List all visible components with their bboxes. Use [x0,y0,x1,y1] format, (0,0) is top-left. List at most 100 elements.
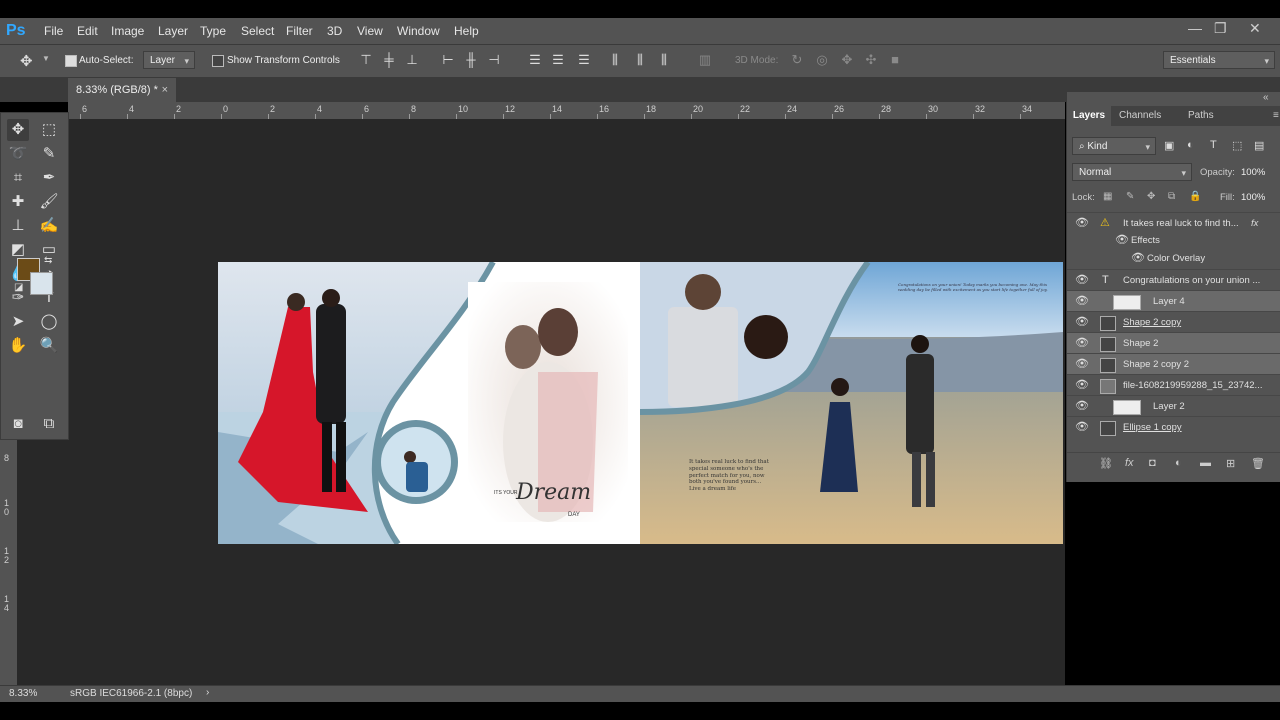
hand-tool-icon[interactable]: ✋ [7,335,29,357]
auto-select-checkbox[interactable] [65,55,77,67]
menu-file[interactable]: File [44,24,63,38]
close-window-button[interactable]: ✕ [1249,20,1261,37]
brush-tool-icon[interactable]: 🖌 [38,191,60,213]
align-vcenter-icon[interactable]: ╪ [382,53,396,67]
menu-help[interactable]: Help [454,24,479,38]
chevron-down-icon[interactable]: ▼ [42,54,50,63]
filter-pixel-icon[interactable]: ▣ [1164,139,1174,152]
layer-row-smart-object[interactable]: 👁 file-1608219959288_15_23742... [1067,374,1280,396]
lasso-tool-icon[interactable]: ➰ [7,143,29,165]
auto-align-icon[interactable]: ▥ [698,53,712,67]
restore-button[interactable]: ❐ [1214,20,1227,37]
eyedropper-tool-icon[interactable]: ✒ [38,167,60,189]
auto-select-dropdown[interactable]: Layer ▾ [143,51,195,69]
distribute-top-icon[interactable]: ☰ [528,53,542,67]
eye-icon[interactable]: 👁 [1075,396,1089,417]
menu-image[interactable]: Image [111,24,144,38]
align-top-icon[interactable]: ⊤ [359,53,373,67]
fill-input[interactable]: 100% [1241,192,1265,203]
layer-row-ellipse1-copy[interactable]: 👁 Ellipse 1 copy [1067,416,1280,438]
lock-all-icon[interactable]: 🔒 [1189,191,1201,202]
filter-adjustment-icon[interactable]: ◐ [1187,139,1194,151]
document-tab[interactable]: 8.33% (RGB/8) * × [68,78,176,102]
align-left-icon[interactable]: ⊢ [441,53,455,67]
show-transform-checkbox[interactable] [212,55,224,67]
add-mask-icon[interactable]: ◘ [1149,457,1156,469]
layer-row-shape2-copy[interactable]: 👁 Shape 2 copy [1067,311,1280,333]
move-tool-icon[interactable]: ✥ [7,119,29,141]
lock-transparent-icon[interactable]: ▦ [1103,191,1112,202]
lock-position-icon[interactable]: ✥ [1147,191,1155,202]
collapse-panel-icon[interactable]: « [1263,92,1269,103]
3d-rotate-icon[interactable]: ↻ [790,53,804,67]
distribute-right-icon[interactable]: ⫼ [657,53,671,67]
add-style-icon[interactable]: fx [1125,457,1134,469]
workspace-dropdown[interactable]: Essentials ▾ [1163,51,1275,69]
tab-layers[interactable]: Layers [1067,106,1111,126]
healing-brush-tool-icon[interactable]: ✚ [7,191,29,213]
history-brush-tool-icon[interactable]: ✍ [38,215,60,237]
lock-artboard-icon[interactable]: ⧉ [1168,191,1175,202]
menu-edit[interactable]: Edit [77,24,98,38]
ellipse-tool-icon[interactable]: ◯ [38,311,60,333]
status-expand-icon[interactable]: › [206,687,209,698]
layer-row-congrats-text[interactable]: 👁 T Congratulations on your union ... [1067,269,1280,291]
delete-layer-icon[interactable]: 🗑 [1251,457,1265,470]
zoom-level[interactable]: 8.33% [9,688,37,699]
menu-type[interactable]: Type [200,24,226,38]
tab-channels[interactable]: Channels [1119,106,1161,126]
kind-filter-dropdown[interactable]: ⌕ Kind ▾ [1072,137,1156,155]
layer-row-shape2[interactable]: 👁 Shape 2 [1067,332,1280,354]
default-colors-icon[interactable]: ◪ [14,282,23,293]
opacity-input[interactable]: 100% [1241,167,1265,178]
align-right-icon[interactable]: ⊣ [487,53,501,67]
3d-drag-icon[interactable]: ✥ [840,53,854,67]
path-select-tool-icon[interactable]: ➤ [7,311,29,333]
quick-select-tool-icon[interactable]: ✎ [38,143,60,165]
distribute-left-icon[interactable]: ⫼ [608,53,622,67]
minimize-button[interactable]: — [1188,20,1202,36]
blend-mode-dropdown[interactable]: Normal ▾ [1072,163,1192,181]
screen-mode-icon[interactable]: ⧉ [38,413,60,435]
link-layers-icon[interactable]: ⛓ [1099,457,1113,470]
background-color-swatch[interactable] [30,272,53,295]
distribute-vcenter-icon[interactable]: ☰ [551,53,565,67]
eye-icon[interactable]: 👁 [1075,417,1089,438]
layer-row-shape2-copy2[interactable]: 👁 Shape 2 copy 2 [1067,353,1280,375]
distribute-hcenter-icon[interactable]: ⫼ [633,53,647,67]
filter-type-icon[interactable]: T [1210,139,1217,151]
menu-filter[interactable]: Filter [286,24,313,38]
eye-icon[interactable]: 👁 [1075,291,1089,312]
artboard[interactable]: ITS YOUR Dream DAY It takes real luck to… [218,262,1063,544]
clone-stamp-tool-icon[interactable]: ⊥ [7,215,29,237]
tab-paths[interactable]: Paths [1188,106,1214,126]
eye-icon[interactable]: 👁 [1075,312,1089,333]
menu-select[interactable]: Select [241,24,274,38]
eye-icon[interactable]: 👁 [1075,270,1089,291]
eye-icon[interactable]: 👁 [1131,248,1145,269]
marquee-tool-icon[interactable]: ⬚ [38,119,60,141]
menu-layer[interactable]: Layer [158,24,188,38]
filter-smart-object-icon[interactable]: ▤ [1254,139,1264,152]
quick-mask-icon[interactable]: ◙ [7,413,29,435]
eye-icon[interactable]: 👁 [1075,375,1089,396]
swap-colors-icon[interactable]: ⇆ [44,255,52,266]
panel-menu-icon[interactable]: ≡ [1273,110,1279,121]
menu-view[interactable]: View [357,24,383,38]
align-hcenter-icon[interactable]: ╫ [464,53,478,67]
menu-window[interactable]: Window [397,24,440,38]
align-bottom-icon[interactable]: ⊥ [405,53,419,67]
new-group-icon[interactable]: ▬ [1200,457,1211,469]
move-tool-icon[interactable]: ✥ [20,52,33,70]
menu-3d[interactable]: 3D [327,24,342,38]
3d-roll-icon[interactable]: ◎ [815,53,829,67]
lock-pixels-icon[interactable]: ✎ [1126,191,1134,202]
distribute-bottom-icon[interactable]: ☰ [577,53,591,67]
layer-color-overlay-row[interactable]: 👁 Color Overlay [1067,248,1280,269]
filter-shape-icon[interactable]: ⬚ [1232,139,1242,152]
layer-row-layer4[interactable]: 👁 Layer 4 [1067,290,1280,312]
new-layer-icon[interactable]: ⊞ [1226,457,1235,470]
adjustment-layer-icon[interactable]: ◐ [1175,457,1182,469]
3d-slide-icon[interactable]: ✣ [864,53,878,67]
eye-icon[interactable]: 👁 [1075,333,1089,354]
